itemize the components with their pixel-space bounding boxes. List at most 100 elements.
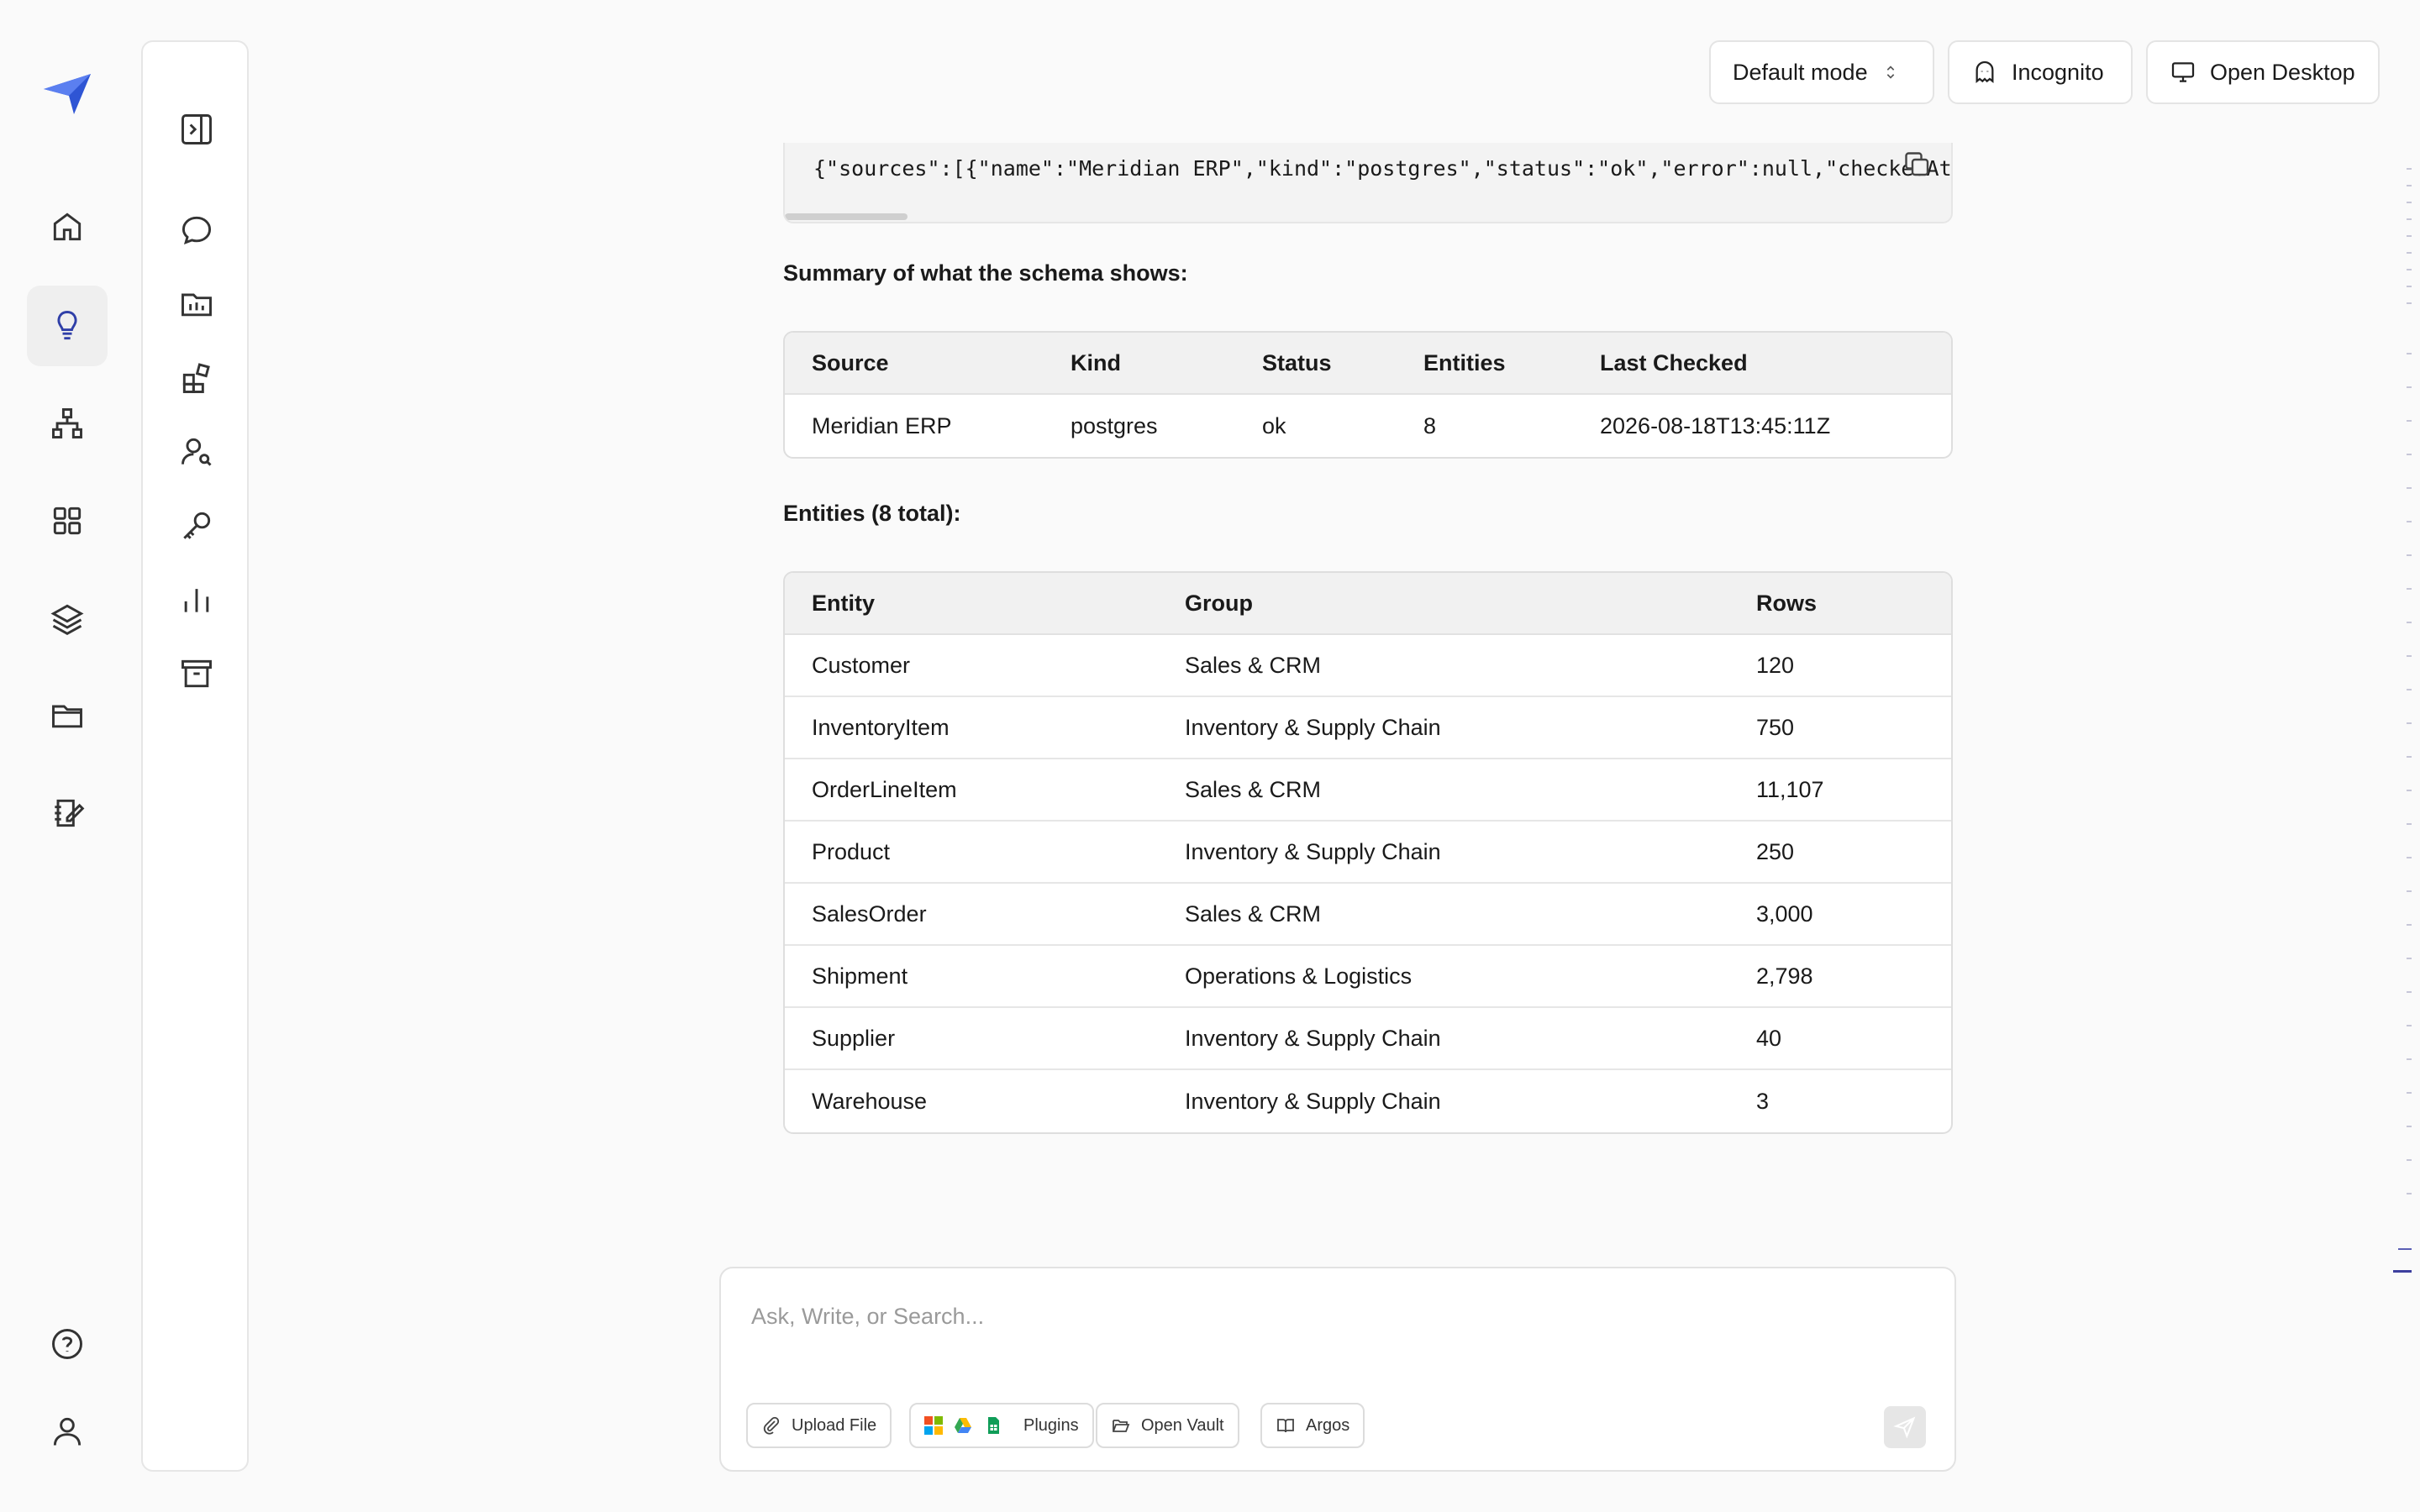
table-cell: 11,107 (1729, 759, 1951, 822)
conversation-minimap[interactable] (2391, 160, 2420, 1285)
sitemap-icon[interactable] (27, 383, 108, 464)
layers-icon[interactable] (27, 578, 108, 659)
column-header: Group (1158, 573, 1729, 635)
copy-icon[interactable] (1902, 150, 1933, 180)
entities-table: Entity Group Rows Customer Sales & CRM 1… (783, 571, 1953, 1134)
folder-open-icon (1113, 1420, 1130, 1432)
code-block: {"sources":[{"name":"Meridian ERP","kind… (783, 143, 1953, 223)
column-header: Entity (785, 573, 1158, 635)
folder-chart-icon[interactable] (163, 270, 230, 338)
user-icon[interactable] (27, 1391, 108, 1472)
plugins-button[interactable]: Plugins (909, 1403, 1094, 1448)
lightbulb-icon[interactable] (27, 286, 108, 366)
upload-file-button[interactable]: Upload File (746, 1403, 892, 1448)
table-cell: 8 (1423, 412, 1437, 438)
column-header: Kind (1044, 333, 1235, 395)
table-row: InventoryItem Inventory & Supply Chain 7… (785, 697, 1951, 759)
monitor-icon (2171, 62, 2195, 82)
column-header: Entities (1397, 333, 1573, 395)
send-icon (1893, 1416, 1916, 1439)
table-cell: Sales & CRM (1158, 884, 1729, 946)
chat-icon[interactable] (163, 197, 230, 264)
microsoft-icon (924, 1416, 943, 1435)
table-cell: Meridian ERP (812, 412, 952, 438)
key-icon[interactable] (163, 492, 230, 559)
column-header: Status (1235, 333, 1397, 395)
widgets-icon[interactable] (163, 344, 230, 412)
table-cell: 750 (1729, 697, 1951, 759)
google-sheets-icon (988, 1417, 999, 1434)
left-rail (0, 0, 134, 1512)
grid-icon[interactable] (27, 480, 108, 561)
column-header: Last Checked (1573, 333, 1951, 395)
table-cell: 250 (1729, 822, 1951, 884)
sidebar-toggle-icon[interactable] (163, 96, 230, 163)
folder-icon[interactable] (27, 675, 108, 756)
plugins-label: Plugins (1023, 1415, 1079, 1435)
table-cell: 2,798 (1729, 946, 1951, 1008)
chevron-updown-icon (1886, 66, 1894, 79)
table-cell: 40 (1729, 1008, 1951, 1070)
ghost-icon (1975, 60, 1994, 84)
code-text: {"sources":[{"name":"Meridian ERP","kind… (813, 156, 1953, 181)
paperclip-icon (763, 1416, 780, 1435)
table-cell: OrderLineItem (785, 759, 1158, 822)
table-header-row: Entity Group Rows (785, 573, 1951, 635)
table-row: Customer Sales & CRM 120 (785, 635, 1951, 697)
table-cell: 3,000 (1729, 884, 1951, 946)
mode-label: Default mode (1733, 59, 1868, 85)
upload-file-label: Upload File (792, 1415, 877, 1435)
column-header: Source (785, 333, 1044, 395)
table-cell: Inventory & Supply Chain (1158, 697, 1729, 759)
composer: Upload File Plugins Open Vault Argos (719, 1267, 1956, 1472)
mode-selector[interactable]: Default mode (1709, 40, 1934, 104)
code-scrollbar[interactable] (785, 213, 908, 220)
table-cell: 2026-08-18T13:45:11Z (1600, 412, 1831, 438)
notebook-edit-icon[interactable] (27, 773, 108, 853)
table-header-row: Source Kind Status Entities Last Checked (785, 333, 1951, 395)
incognito-button[interactable]: Incognito (1948, 40, 2133, 104)
table-cell: Product (785, 822, 1158, 884)
table-cell: Sales & CRM (1158, 635, 1729, 697)
argos-label: Argos (1306, 1415, 1350, 1435)
archive-icon[interactable] (163, 640, 230, 707)
table-row: Product Inventory & Supply Chain 250 (785, 822, 1951, 884)
sources-table: Source Kind Status Entities Last Checked… (783, 331, 1953, 459)
table-cell: Customer (785, 635, 1158, 697)
table-cell: Supplier (785, 1008, 1158, 1070)
table-cell: InventoryItem (785, 697, 1158, 759)
table-cell: Warehouse (812, 1088, 928, 1114)
table-row: Meridian ERP postgres ok 8 2026-08-18T13… (785, 395, 1951, 457)
incognito-label: Incognito (2012, 59, 2104, 85)
table-row: Shipment Operations & Logistics 2,798 (785, 946, 1951, 1008)
summary-heading: Summary of what the schema shows: (783, 260, 1188, 286)
table-cell: ok (1262, 412, 1286, 438)
book-open-icon (1277, 1419, 1294, 1433)
table-cell: Inventory & Supply Chain (1158, 1008, 1729, 1070)
secondary-panel (141, 40, 249, 1472)
open-vault-label: Open Vault (1141, 1415, 1224, 1435)
help-icon[interactable] (27, 1304, 108, 1384)
argos-button[interactable]: Argos (1260, 1403, 1365, 1448)
table-row: OrderLineItem Sales & CRM 11,107 (785, 759, 1951, 822)
table-cell: Inventory & Supply Chain (1158, 822, 1729, 884)
open-desktop-button[interactable]: Open Desktop (2146, 40, 2380, 104)
table-cell: Inventory & Supply Chain (1185, 1088, 1441, 1114)
table-cell: SalesOrder (785, 884, 1158, 946)
table-row: Warehouse Inventory & Supply Chain 3 (785, 1070, 1951, 1132)
open-desktop-label: Open Desktop (2210, 59, 2355, 85)
table-row: Supplier Inventory & Supply Chain 40 (785, 1008, 1951, 1070)
entities-heading: Entities (8 total): (783, 501, 961, 526)
send-button[interactable] (1884, 1406, 1926, 1448)
open-vault-button[interactable]: Open Vault (1096, 1403, 1239, 1448)
column-header: Rows (1729, 573, 1951, 635)
table-row: SalesOrder Sales & CRM 3,000 (785, 884, 1951, 946)
home-icon[interactable] (27, 186, 108, 267)
bar-chart-icon[interactable] (163, 566, 230, 633)
logo-icon[interactable] (40, 71, 94, 118)
user-search-icon[interactable] (163, 418, 230, 486)
table-cell: Operations & Logistics (1158, 946, 1729, 1008)
google-drive-icon (955, 1418, 971, 1433)
table-cell: Sales & CRM (1158, 759, 1729, 822)
composer-input[interactable] (751, 1295, 1911, 1337)
